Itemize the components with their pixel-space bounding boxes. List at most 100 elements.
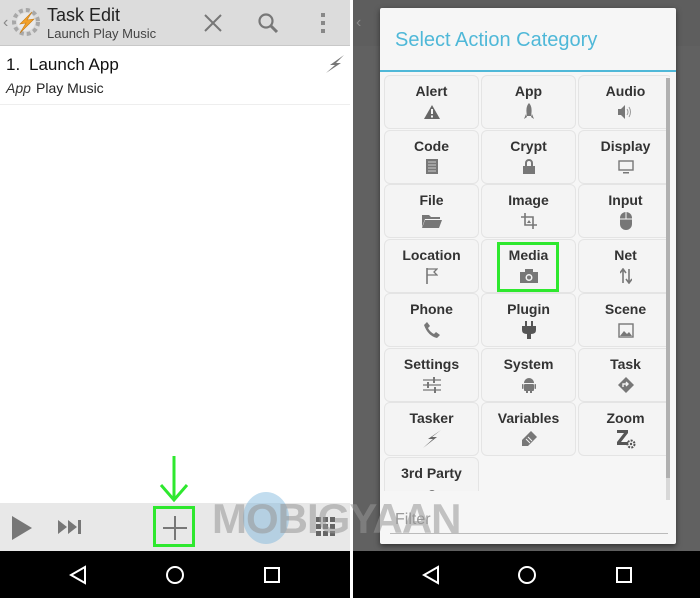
picture-icon xyxy=(579,320,670,340)
category-app[interactable]: App xyxy=(481,75,576,129)
tasker-bolt-icon xyxy=(326,55,344,73)
back-triangle-icon[interactable] xyxy=(67,564,89,586)
add-button-highlight xyxy=(153,506,195,547)
category-label: Tasker xyxy=(409,410,454,426)
select-category-screen: ‹ Select Action Category Alert App Audio Co… xyxy=(353,0,700,598)
category-tasker[interactable]: Tasker xyxy=(384,402,479,456)
more-vert-icon[interactable] xyxy=(310,10,336,36)
android-navbar-left xyxy=(0,551,350,598)
category-audio[interactable]: Audio xyxy=(578,75,670,129)
tasker-gear-bolt-icon[interactable] xyxy=(10,6,42,38)
category-grid: Alert App Audio Code Crypt Display File Image In… xyxy=(384,75,670,491)
category-label: Display xyxy=(600,137,651,154)
category-label: Alert xyxy=(415,83,448,99)
category-system[interactable]: System xyxy=(481,347,576,402)
play-icon[interactable] xyxy=(10,515,34,541)
category-settings[interactable]: Settings xyxy=(384,347,479,402)
phone-icon xyxy=(385,320,478,340)
category-image[interactable]: Image xyxy=(481,184,576,238)
filter-input[interactable] xyxy=(390,506,668,534)
document-icon xyxy=(385,157,478,177)
tag-icon xyxy=(482,429,575,449)
category-label: 3rd Party xyxy=(401,464,462,481)
crop-icon xyxy=(482,211,575,231)
category-zoom[interactable]: Zoom xyxy=(578,402,670,456)
android-navbar-right xyxy=(353,551,700,598)
category-file[interactable]: File xyxy=(384,184,479,238)
mouse-icon xyxy=(579,211,670,231)
back-triangle-icon[interactable] xyxy=(420,564,442,586)
home-circle-icon[interactable] xyxy=(516,564,538,586)
category-label: Zoom xyxy=(606,410,645,426)
recents-square-icon[interactable] xyxy=(613,564,635,586)
category-crypt[interactable]: Crypt xyxy=(481,129,576,184)
sliders-icon xyxy=(385,375,478,395)
category-input[interactable]: Input xyxy=(578,184,670,238)
action-category: App xyxy=(6,80,31,96)
category-plugin[interactable]: Plugin xyxy=(481,293,576,347)
category-code[interactable]: Code xyxy=(384,129,479,184)
category-label: App xyxy=(514,83,543,99)
search-icon[interactable] xyxy=(255,10,281,36)
lock-icon xyxy=(482,157,575,177)
page-subtitle: Launch Play Music xyxy=(47,26,157,41)
action-name: Launch App xyxy=(29,55,119,74)
grid-icon[interactable] xyxy=(316,517,336,537)
speaker-icon xyxy=(579,102,670,122)
category-label: Scene xyxy=(604,301,647,317)
category-label: Task xyxy=(610,355,641,372)
chevron-left-icon[interactable]: ‹ xyxy=(3,14,8,32)
category-phone[interactable]: Phone xyxy=(384,293,479,347)
skip-next-icon[interactable] xyxy=(57,519,83,535)
category-variables[interactable]: Variables xyxy=(481,402,576,456)
category-location[interactable]: Location xyxy=(384,238,479,293)
category-display[interactable]: Display xyxy=(578,129,670,184)
category-3rd-party[interactable]: 3rd Party xyxy=(384,456,479,491)
category-label: Plugin xyxy=(507,301,550,317)
action-number: 1. xyxy=(6,55,21,74)
scrollbar[interactable] xyxy=(666,78,670,500)
category-label: Input xyxy=(608,192,643,208)
task-action-row[interactable]: 1. Launch App App Play Music xyxy=(0,47,350,105)
screenshot-composite: ‹ Task Edit Launch Play Music 1. Launch … xyxy=(0,0,700,598)
annotation-arrow xyxy=(159,456,189,503)
flag-icon xyxy=(385,266,478,286)
folder-icon xyxy=(385,211,478,231)
category-label: Variables xyxy=(497,410,560,426)
action-bar: ‹ Task Edit Launch Play Music xyxy=(0,0,350,46)
category-label: Net xyxy=(614,246,637,263)
category-task[interactable]: Task xyxy=(578,347,670,402)
category-label: Location xyxy=(402,246,461,263)
tasker-bolt-icon xyxy=(385,429,478,449)
category-alert[interactable]: Alert xyxy=(384,75,479,129)
recents-square-icon[interactable] xyxy=(261,564,283,586)
category-label: System xyxy=(503,355,554,372)
category-net[interactable]: Net xyxy=(578,238,670,293)
dialog-title: Select Action Category xyxy=(395,29,598,51)
android-icon xyxy=(482,375,575,395)
task-edit-screen: ‹ Task Edit Launch Play Music 1. Launch … xyxy=(0,0,350,598)
category-label: Image xyxy=(508,192,549,208)
category-label: Code xyxy=(414,137,449,154)
home-circle-icon[interactable] xyxy=(164,564,186,586)
rocket-icon xyxy=(482,102,575,122)
category-label: Audio xyxy=(605,83,646,99)
category-label: Phone xyxy=(410,301,453,317)
up-down-arrows-icon xyxy=(579,266,670,286)
title-divider xyxy=(380,70,676,72)
monitor-icon xyxy=(579,157,670,177)
category-scene[interactable]: Scene xyxy=(578,293,670,347)
action-argument: Play Music xyxy=(36,80,104,96)
category-label: File xyxy=(419,192,444,208)
chevron-left-icon: ‹ xyxy=(356,14,362,31)
select-action-category-dialog: Select Action Category Alert App Audio Code… xyxy=(380,8,676,544)
plug-icon xyxy=(482,320,575,340)
category-label: Settings xyxy=(403,355,460,372)
page-title: Task Edit xyxy=(47,5,121,25)
warning-icon xyxy=(385,102,478,122)
scroll-thumb[interactable] xyxy=(666,78,670,478)
close-icon[interactable] xyxy=(200,10,226,36)
category-label: Crypt xyxy=(510,137,547,154)
diamond-arrow-icon xyxy=(579,375,670,395)
zoom-gear-icon xyxy=(579,429,670,449)
